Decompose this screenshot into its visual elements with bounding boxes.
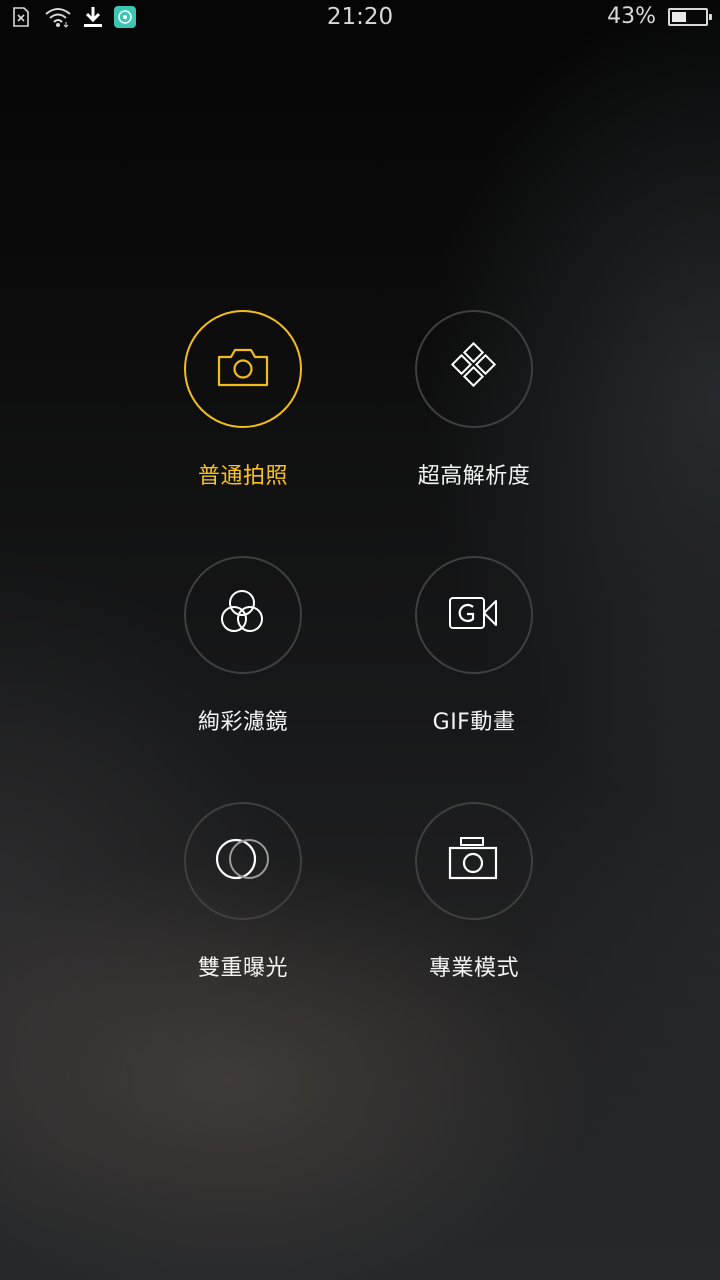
gif-video-icon [448, 595, 500, 635]
mode-pro[interactable]: 專業模式 [374, 802, 574, 982]
mode-label: 專業模式 [428, 956, 519, 981]
battery-icon [668, 7, 712, 26]
status-bar: 21:20 43% [0, 0, 720, 36]
mode-normal-photo-button[interactable] [184, 310, 302, 428]
ultra-resolution-icon [448, 341, 500, 397]
color-filter-icon [217, 588, 269, 642]
mode-label: 絢彩濾鏡 [197, 710, 288, 735]
mode-double-exposure-button[interactable] [184, 802, 302, 920]
mode-label: GIF動畫 [432, 710, 516, 735]
camera-icon [217, 347, 269, 391]
mode-ultra-resolution[interactable]: 超高解析度 [374, 310, 574, 490]
mode-normal-photo[interactable]: 普通拍照 [143, 310, 343, 490]
mode-gif[interactable]: GIF動畫 [374, 556, 574, 736]
double-exposure-icon [214, 837, 272, 885]
mode-pro-button[interactable] [415, 802, 533, 920]
mode-label: 雙重曝光 [197, 956, 288, 981]
pro-camera-icon [447, 836, 501, 886]
battery-level [672, 11, 686, 22]
mode-ultra-resolution-button[interactable] [415, 310, 533, 428]
mode-double-exposure[interactable]: 雙重曝光 [143, 802, 343, 982]
mode-gif-button[interactable] [415, 556, 533, 674]
mode-label: 超高解析度 [417, 464, 531, 489]
mode-color-filter-button[interactable] [184, 556, 302, 674]
battery-percent: 43% [607, 4, 656, 29]
mode-label: 普通拍照 [197, 464, 288, 489]
mode-color-filter[interactable]: 絢彩濾鏡 [143, 556, 343, 736]
